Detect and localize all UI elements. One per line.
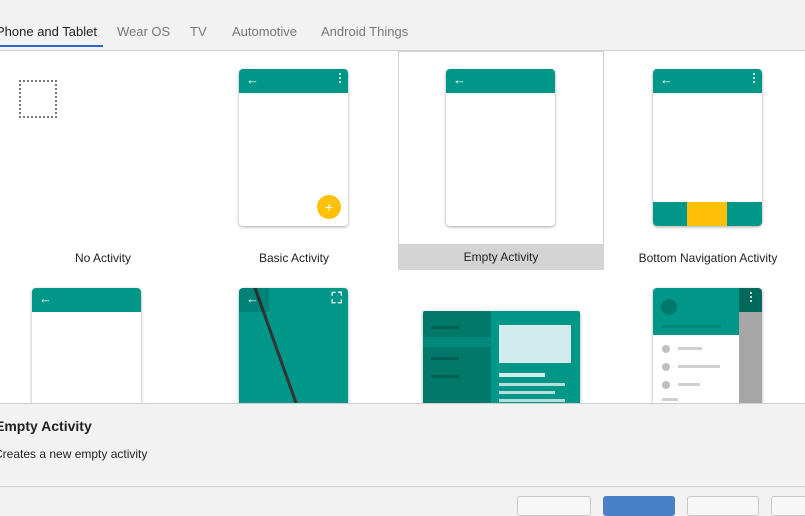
template-row2-item-3[interactable]	[398, 272, 604, 403]
device-tabs: Phone and Tablet Wear OS TV Automotive A…	[0, 0, 805, 51]
detail-image	[499, 325, 571, 363]
template-row2-item-2[interactable]: ← ⛶	[191, 272, 397, 403]
template-basic-activity[interactable]: ← + Basic Activity	[191, 51, 397, 269]
template-details: Empty Activity Creates a new empty activ…	[0, 403, 805, 487]
template-label: No Activity	[74, 251, 131, 265]
app-bar: ←	[446, 69, 555, 93]
bottom-navigation-bar	[653, 202, 762, 226]
fullscreen-icon: ⛶	[331, 290, 342, 307]
cancel-button[interactable]	[687, 496, 759, 516]
fullscreen-preview: ← ⛶	[239, 288, 348, 403]
template-bottom-navigation-activity[interactable]: ← Bottom Navigation Activity	[605, 51, 805, 269]
next-button[interactable]	[603, 496, 675, 516]
back-arrow-icon: ←	[39, 291, 52, 306]
finish-button[interactable]	[771, 496, 805, 516]
tab-tv[interactable]: TV	[190, 24, 207, 39]
overflow-menu-icon	[753, 73, 756, 85]
scrim	[739, 288, 762, 403]
template-no-activity[interactable]: No Activity	[0, 51, 193, 269]
activity-preview: ←	[32, 288, 141, 403]
template-gallery: No Activity ← + Basic Activity ← Empty A…	[0, 51, 805, 403]
template-row2-item-1[interactable]: ←	[0, 272, 193, 403]
bottom-navigation-preview: ←	[653, 69, 762, 226]
tab-automotive[interactable]: Automotive	[232, 24, 297, 39]
template-label: Empty Activity	[463, 250, 539, 264]
plus-icon: +	[317, 195, 341, 219]
app-bar: ←	[239, 69, 348, 93]
selected-nav-item	[687, 202, 727, 226]
navigation-drawer-preview	[653, 288, 762, 403]
tab-wear-os[interactable]: Wear OS	[117, 24, 170, 39]
template-description: Creates a new empty activity	[0, 447, 148, 461]
back-arrow-icon: ←	[246, 72, 259, 87]
template-empty-activity[interactable]: ← Empty Activity	[398, 51, 604, 270]
drawer-header	[653, 288, 739, 335]
overflow-menu-icon	[339, 73, 342, 85]
empty-placeholder-icon	[19, 80, 57, 118]
template-row2-item-4[interactable]	[605, 272, 805, 403]
template-label: Bottom Navigation Activity	[638, 251, 778, 265]
master-detail-preview	[423, 311, 580, 403]
template-title: Empty Activity	[0, 418, 92, 434]
template-label: Basic Activity	[258, 251, 330, 265]
empty-activity-preview: ←	[446, 69, 555, 226]
overflow-menu-icon	[750, 292, 753, 304]
previous-button[interactable]	[517, 496, 591, 516]
basic-activity-preview: ← +	[239, 69, 348, 226]
back-arrow-icon: ←	[660, 72, 673, 87]
back-arrow-icon: ←	[453, 72, 466, 87]
tab-phone-and-tablet[interactable]: Phone and Tablet	[0, 24, 97, 39]
app-bar: ←	[32, 288, 141, 312]
active-tab-indicator	[0, 45, 103, 47]
back-arrow-icon: ←	[246, 291, 259, 306]
app-bar: ←	[653, 69, 762, 93]
tab-android-things[interactable]: Android Things	[321, 24, 408, 39]
master-pane	[423, 311, 491, 403]
